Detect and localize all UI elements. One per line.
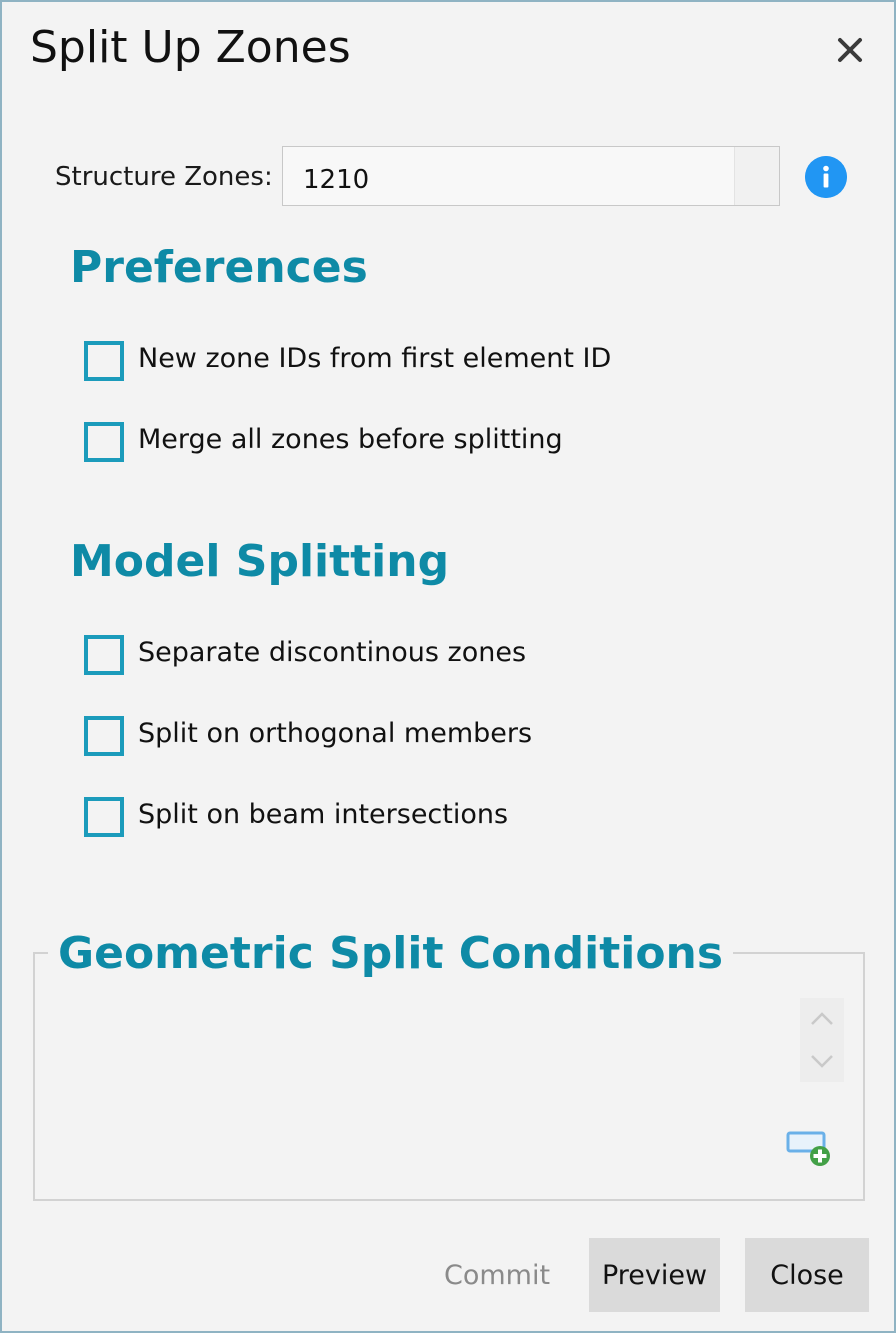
structure-zones-input[interactable]: 1210 <box>282 146 780 206</box>
checkbox-label: Split on orthogonal members <box>138 718 533 749</box>
checkbox-label: Split on beam intersections <box>138 799 509 830</box>
checkbox[interactable] <box>84 797 124 837</box>
checkbox[interactable] <box>84 716 124 756</box>
preview-button[interactable]: Preview <box>589 1238 720 1312</box>
checkbox[interactable] <box>84 341 124 381</box>
checkbox-label: New zone IDs from first element ID <box>138 343 612 374</box>
commit-button[interactable]: Commit <box>432 1238 562 1312</box>
info-icon[interactable] <box>805 156 847 198</box>
preferences-heading: Preferences <box>70 242 368 293</box>
structure-zones-label: Structure Zones: <box>55 162 273 192</box>
chevron-up-icon[interactable] <box>802 1000 842 1040</box>
dialog-title: Split Up Zones <box>30 22 351 73</box>
structure-zones-value[interactable]: 1210 <box>303 165 369 195</box>
split-up-zones-dialog: Split Up Zones Structure Zones: 1210 Pre… <box>0 0 896 1333</box>
checkbox[interactable] <box>84 635 124 675</box>
close-icon[interactable] <box>828 28 872 72</box>
geometric-split-conditions-heading: Geometric Split Conditions <box>48 928 734 979</box>
geometric-split-conditions-group <box>33 952 865 1201</box>
model-splitting-heading: Model Splitting <box>70 536 450 587</box>
checkbox-label: Separate discontinous zones <box>138 637 527 668</box>
chevron-down-icon[interactable] <box>802 1042 842 1082</box>
structure-zones-spinner[interactable] <box>734 147 779 205</box>
checkbox-label: Merge all zones before splitting <box>138 424 563 455</box>
checkbox[interactable] <box>84 422 124 462</box>
add-condition-icon[interactable] <box>784 1130 836 1170</box>
close-button[interactable]: Close <box>745 1238 869 1312</box>
